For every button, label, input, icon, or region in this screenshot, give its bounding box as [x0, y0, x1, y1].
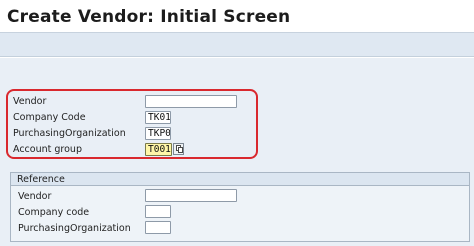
- company-code-label: Company Code: [13, 112, 86, 123]
- account-group-label: Account group: [13, 144, 82, 155]
- company-code-field[interactable]: TK01: [145, 111, 171, 124]
- reference-vendor-label: Vendor: [18, 191, 52, 202]
- reference-company-code-field[interactable]: [145, 205, 171, 218]
- account-group-field[interactable]: T001: [145, 143, 172, 156]
- application-toolbar: [0, 33, 474, 57]
- value-help-icon[interactable]: [173, 143, 184, 155]
- vendor-field[interactable]: [145, 95, 237, 108]
- reference-purchasing-org-field[interactable]: [145, 221, 171, 234]
- reference-group-header: Reference: [11, 173, 469, 186]
- purchasing-org-label: PurchasingOrganization: [13, 128, 126, 139]
- reference-vendor-field[interactable]: [145, 189, 237, 202]
- vendor-label: Vendor: [13, 96, 47, 107]
- purchasing-org-field[interactable]: TKP0: [145, 127, 171, 140]
- reference-company-code-label: Company code: [18, 207, 90, 218]
- reference-purchasing-org-label: PurchasingOrganization: [18, 223, 131, 234]
- title-bar: Create Vendor: Initial Screen: [0, 0, 474, 33]
- value-help-icon-front: [178, 147, 183, 153]
- reference-group-title: Reference: [17, 174, 65, 185]
- page-title: Create Vendor: Initial Screen: [7, 7, 291, 27]
